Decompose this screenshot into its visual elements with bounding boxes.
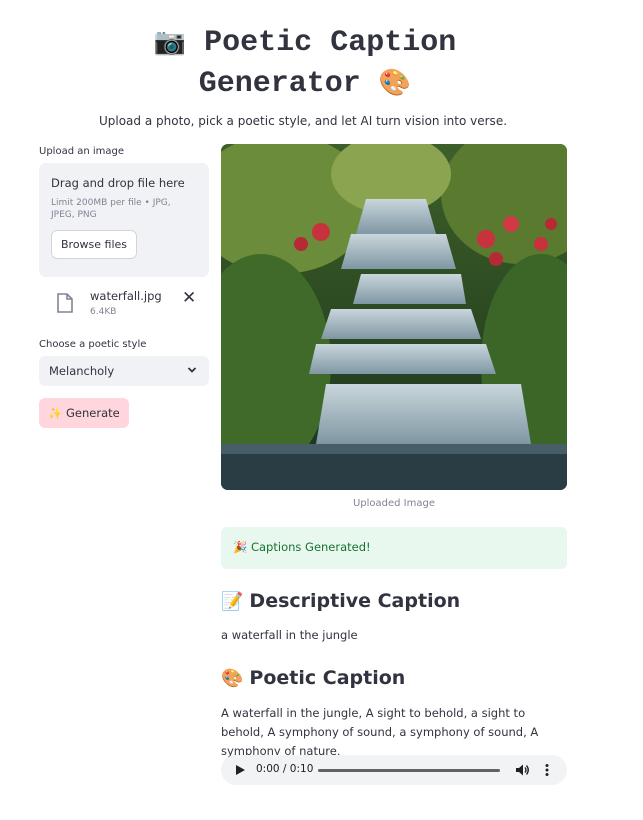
audio-player: 0:00 / 0:10 <box>221 755 567 785</box>
file-icon <box>57 293 73 313</box>
success-text: Captions Generated! <box>250 540 371 554</box>
poetic-heading-text: Poetic Caption <box>249 667 406 689</box>
title-line-2: Generator <box>198 67 361 101</box>
play-icon[interactable] <box>235 764 246 776</box>
page-title: 📷 Poetic Caption Generator 🎨 <box>0 22 610 104</box>
volume-icon[interactable] <box>515 763 530 777</box>
file-size: 6.4KB <box>90 307 117 317</box>
dropzone-title: Drag and drop file here <box>51 176 185 190</box>
palette-icon: 🎨 <box>378 68 412 98</box>
file-name: waterfall.jpg <box>90 289 162 303</box>
camera-icon: 📷 <box>153 27 187 57</box>
sidebar-controls: Upload an image Drag and drop file here … <box>39 146 209 428</box>
style-label: Choose a poetic style <box>39 339 147 350</box>
image-caption: Uploaded Image <box>352 498 436 509</box>
success-alert: 🎉 Captions Generated! <box>221 527 567 569</box>
page-subtitle: Upload a photo, pick a poetic style, and… <box>98 114 508 128</box>
descriptive-heading: 📝 Descriptive Caption <box>221 590 460 612</box>
poetic-heading: 🎨 Poetic Caption <box>221 667 405 689</box>
poetic-caption: A waterfall in the jungle, A sight to be… <box>221 706 539 758</box>
poetic-style-select[interactable]: Melancholy <box>39 356 209 386</box>
waterfall-image <box>221 144 567 490</box>
upload-label: Upload an image <box>39 146 125 157</box>
generate-button[interactable]: ✨ Generate <box>39 398 129 428</box>
descriptive-heading-text: Descriptive Caption <box>249 590 461 612</box>
uploaded-image <box>221 144 567 490</box>
title-line-1: Poetic Caption <box>204 26 457 60</box>
party-icon: 🎉 <box>233 540 248 554</box>
dropzone-limit: Limit 200MB per file • JPG, JPEG, PNG <box>51 198 171 220</box>
remove-file-icon[interactable]: ✕ <box>182 288 196 308</box>
palette-icon: 🎨 <box>221 668 244 689</box>
browse-files-button[interactable]: Browse files <box>51 230 138 259</box>
file-dropzone[interactable]: Drag and drop file here Limit 200MB per … <box>39 163 209 277</box>
sparkles-icon: ✨ <box>48 406 63 420</box>
audio-progress-track[interactable] <box>318 769 500 772</box>
selected-style: Melancholy <box>49 364 115 378</box>
generate-label: Generate <box>65 406 120 420</box>
memo-icon: 📝 <box>221 591 244 612</box>
more-options-icon[interactable] <box>542 763 552 777</box>
descriptive-caption: a waterfall in the jungle <box>221 628 358 642</box>
uploaded-file: waterfall.jpg 6.4KB ✕ <box>39 285 209 333</box>
chevron-down-icon <box>187 367 197 373</box>
audio-time: 0:00 / 0:10 <box>256 763 314 775</box>
